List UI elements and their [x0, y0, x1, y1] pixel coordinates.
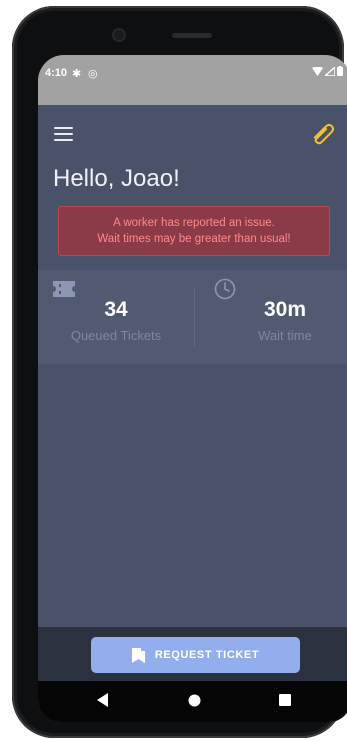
status-bar: 4:10 ✱ ◎ — [38, 55, 347, 105]
menu-icon[interactable] — [54, 127, 73, 141]
settings-gear-icon: ✱ — [72, 68, 82, 80]
paperclip-icon[interactable] — [311, 121, 337, 147]
alert-line-2: Wait times may be greater than usual! — [97, 233, 291, 245]
ticket-icon — [53, 281, 75, 297]
recents-icon[interactable] — [279, 694, 291, 706]
greeting-title: Hello, Joao! — [53, 165, 180, 192]
app-content: Hello, Joao! A worker has reported an is… — [38, 105, 347, 722]
front-camera — [112, 28, 126, 42]
system-nav-bar — [38, 681, 347, 722]
home-icon[interactable] — [188, 694, 201, 707]
stats-panel: 34 Queued Tickets 30m Wait time — [38, 270, 347, 364]
status-icons — [312, 66, 343, 76]
speaker-slot — [172, 33, 212, 38]
clock-icon — [214, 278, 236, 300]
bookmark-ticket-icon — [131, 647, 145, 663]
wait-time-stat: 30m Wait time — [195, 270, 347, 364]
screen: 4:10 ✱ ◎ Hello, Joao! A worker has repor… — [38, 55, 347, 722]
wifi-icon — [312, 66, 323, 76]
request-ticket-button[interactable]: REQUEST TICKET — [91, 637, 300, 673]
alert-line-1: A worker has reported an issue. — [113, 217, 275, 229]
back-icon[interactable] — [97, 693, 109, 707]
queued-tickets-value: 34 — [104, 298, 128, 321]
signal-icon — [325, 66, 335, 76]
phone-frame: 4:10 ✱ ◎ Hello, Joao! A worker has repor… — [12, 6, 347, 738]
queued-tickets-label: Queued Tickets — [70, 328, 162, 343]
issue-alert: A worker has reported an issue. Wait tim… — [58, 206, 330, 256]
wait-time-value: 30m — [263, 298, 307, 321]
request-ticket-label: REQUEST TICKET — [154, 649, 260, 661]
status-time: 4:10 — [45, 67, 68, 79]
sync-icon: ◎ — [88, 68, 98, 80]
battery-icon — [337, 66, 343, 76]
bottom-action-bar: REQUEST TICKET — [38, 627, 347, 681]
queued-tickets-stat: 34 Queued Tickets — [38, 270, 194, 364]
wait-time-label: Wait time — [258, 328, 312, 343]
